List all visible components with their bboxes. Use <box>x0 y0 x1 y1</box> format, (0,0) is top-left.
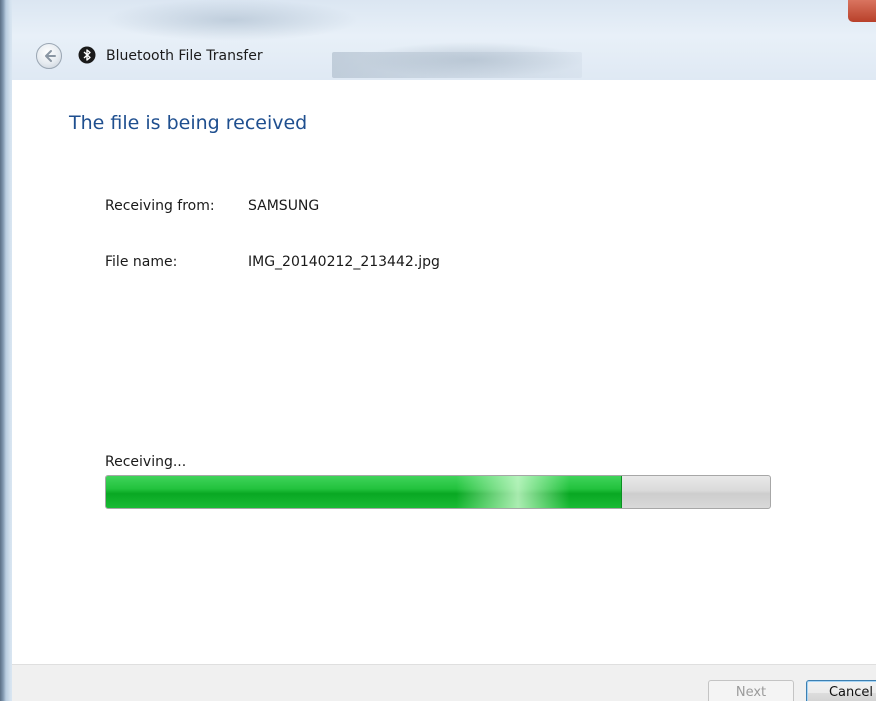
back-button[interactable] <box>36 43 62 69</box>
close-button[interactable] <box>848 0 876 22</box>
title-bar: Bluetooth File Transfer <box>12 0 876 80</box>
window-title: Bluetooth File Transfer <box>106 48 263 64</box>
bluetooth-icon <box>78 46 96 64</box>
button-bar: Next Cancel <box>12 664 876 701</box>
background-window-blur <box>332 52 582 78</box>
receiving-from-label: Receiving from: <box>105 198 215 214</box>
back-arrow-icon <box>45 50 56 62</box>
file-name-label: File name: <box>105 254 178 270</box>
window-frame-left <box>0 0 12 701</box>
file-name-value: IMG_20140212_213442.jpg <box>248 254 440 270</box>
cancel-button[interactable]: Cancel <box>806 680 876 701</box>
receiving-from-value: SAMSUNG <box>248 198 320 214</box>
content-area: The file is being received Receiving fro… <box>12 80 876 664</box>
page-heading: The file is being received <box>69 112 308 134</box>
progress-status-label: Receiving... <box>105 454 187 470</box>
bluetooth-transfer-window: Bluetooth File Transfer The file is bein… <box>0 0 876 701</box>
progress-bar-fill <box>106 476 622 508</box>
next-button[interactable]: Next <box>708 680 794 701</box>
progress-bar <box>105 475 771 509</box>
